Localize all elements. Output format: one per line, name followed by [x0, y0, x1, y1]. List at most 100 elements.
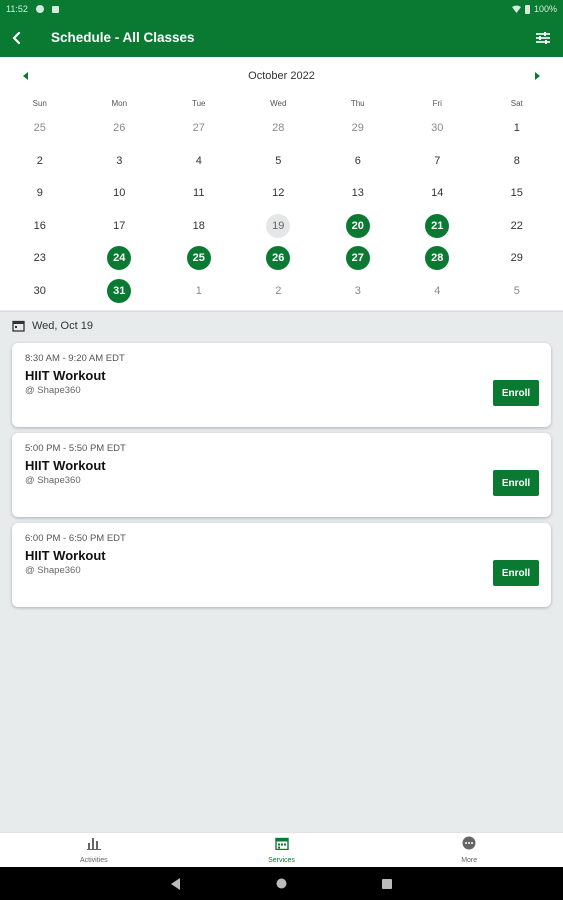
- calendar-icon: [12, 320, 25, 332]
- calendar-day-available[interactable]: 25: [186, 246, 211, 271]
- calendar-day[interactable]: 2: [28, 149, 52, 173]
- class-card[interactable]: 8:30 AM - 9:20 AM EDT HIIT Workout @ Shape…: [12, 343, 551, 427]
- calendar-day-cell: 27: [159, 116, 239, 140]
- back-nav-button[interactable]: [171, 877, 181, 890]
- back-button[interactable]: [5, 26, 29, 50]
- next-month-button[interactable]: [531, 70, 543, 82]
- notification-icon: [35, 5, 44, 13]
- calendar-day[interactable]: 2: [266, 279, 290, 303]
- calendar-day-cell: 12: [239, 181, 319, 205]
- nav-item-services[interactable]: Services: [188, 833, 376, 867]
- nav-item-activities[interactable]: Activities: [0, 833, 188, 867]
- calendar-day[interactable]: 29: [505, 246, 529, 270]
- calendar-day[interactable]: 30: [425, 116, 449, 140]
- calendar-day[interactable]: 15: [505, 181, 529, 205]
- calendar-day-selected[interactable]: 19: [266, 213, 291, 238]
- calendar-day-available[interactable]: 26: [266, 246, 291, 271]
- class-name: HIIT Workout: [25, 368, 106, 383]
- calendar-day[interactable]: 29: [346, 116, 370, 140]
- calendar-day[interactable]: 12: [266, 181, 290, 205]
- class-time: 5:00 PM - 5:50 PM EDT: [25, 443, 126, 454]
- calendar-day[interactable]: 13: [346, 181, 370, 205]
- status-time: 11:52: [6, 4, 28, 14]
- calendar-day-available[interactable]: 28: [425, 246, 450, 271]
- calendar-day[interactable]: 8: [505, 149, 529, 173]
- nav-item-more[interactable]: More: [375, 833, 563, 867]
- calendar-grid: 25 26 27 28 29 30 1 2 3 4 5 6 7 8 9 10 11 12 13 14 15 16 17 18 1…: [0, 112, 563, 307]
- calendar-day-available[interactable]: 21: [425, 213, 450, 238]
- calendar-day-cell: 14: [398, 181, 478, 205]
- circle-home-icon: [276, 878, 287, 889]
- recents-nav-button[interactable]: [382, 878, 392, 889]
- calendar-day[interactable]: 18: [187, 214, 211, 238]
- weekday-label: Sun: [32, 98, 47, 108]
- enroll-button[interactable]: Enroll: [493, 560, 539, 586]
- calendar-day[interactable]: 1: [187, 279, 211, 303]
- prev-month-button[interactable]: [20, 70, 32, 82]
- calendar-day-cell: 27: [318, 246, 398, 271]
- filter-button[interactable]: [531, 26, 555, 50]
- bottom-nav: Activities Services More: [0, 832, 563, 867]
- calendar-day[interactable]: 11: [187, 181, 211, 205]
- enroll-button[interactable]: Enroll: [493, 380, 539, 406]
- calendar-day[interactable]: 17: [107, 214, 131, 238]
- calendar-day-cell: 29: [318, 116, 398, 140]
- calendar-day[interactable]: 3: [346, 279, 370, 303]
- month-label: October 2022: [248, 70, 315, 82]
- calendar-day[interactable]: 9: [28, 181, 52, 205]
- calendar-day-cell: 10: [80, 181, 160, 205]
- calendar-day-cell: 9: [0, 181, 80, 205]
- square-recents-icon: [382, 878, 392, 889]
- calendar-day-available[interactable]: 24: [107, 246, 132, 271]
- calendar-day-available[interactable]: 20: [345, 213, 370, 238]
- calendar-day-available[interactable]: 27: [345, 246, 370, 271]
- weekday-label: Wed: [270, 98, 287, 108]
- page-title: Schedule - All Classes: [51, 30, 195, 45]
- triangle-right-icon: [535, 72, 540, 80]
- calendar-day[interactable]: 4: [425, 279, 449, 303]
- calendar-day[interactable]: 16: [28, 214, 52, 238]
- calendar-day-cell: 5: [239, 149, 319, 173]
- calendar-day-cell: 16: [0, 214, 80, 238]
- calendar-day-cell: 25: [159, 246, 239, 271]
- calendar-day[interactable]: 14: [425, 181, 449, 205]
- class-name: HIIT Workout: [25, 458, 106, 473]
- calendar-day-available[interactable]: 31: [107, 278, 132, 303]
- calendar-day[interactable]: 27: [187, 116, 211, 140]
- weekday-label: Fri: [432, 98, 442, 108]
- calendar-day[interactable]: 10: [107, 181, 131, 205]
- calendar-day[interactable]: 26: [107, 116, 131, 140]
- class-card[interactable]: 6:00 PM - 6:50 PM EDT HIIT Workout @ Shape…: [12, 523, 551, 607]
- calendar-day[interactable]: 6: [346, 149, 370, 173]
- calendar-day[interactable]: 30: [28, 279, 52, 303]
- weekday-label: Thu: [350, 98, 365, 108]
- calendar-day[interactable]: 7: [425, 149, 449, 173]
- calendar-week-row: 2 3 4 5 6 7 8: [0, 145, 563, 178]
- calendar-day[interactable]: 4: [187, 149, 211, 173]
- calendar-day-cell: 2: [0, 149, 80, 173]
- class-location: @ Shape360: [25, 565, 81, 576]
- triangle-back-icon: [171, 877, 180, 890]
- calendar-day[interactable]: 3: [107, 149, 131, 173]
- calendar-day[interactable]: 1: [505, 116, 529, 140]
- enroll-button[interactable]: Enroll: [493, 470, 539, 496]
- battery-icon: [524, 4, 530, 14]
- status-bar: 11:52 100%: [0, 0, 563, 18]
- calendar-day[interactable]: 5: [505, 279, 529, 303]
- calendar-day-cell: 30: [0, 279, 80, 303]
- calendar-day-cell: 3: [80, 149, 160, 173]
- calendar-day-cell: 6: [318, 149, 398, 173]
- sliders-icon: [536, 31, 550, 44]
- class-name: HIIT Workout: [25, 548, 106, 563]
- calendar-day[interactable]: 5: [266, 149, 290, 173]
- calendar-day[interactable]: 22: [505, 214, 529, 238]
- class-card[interactable]: 5:00 PM - 5:50 PM EDT HIIT Workout @ Shape…: [12, 433, 551, 517]
- calendar-day[interactable]: 25: [28, 116, 52, 140]
- home-nav-button[interactable]: [276, 878, 287, 889]
- more-icon: [462, 836, 476, 855]
- calendar-day[interactable]: 23: [28, 246, 52, 270]
- calendar-day-cell: 4: [159, 149, 239, 173]
- calendar-day-cell: 13: [318, 181, 398, 205]
- weekday-label: Sat: [510, 98, 523, 108]
- calendar-day[interactable]: 28: [266, 116, 290, 140]
